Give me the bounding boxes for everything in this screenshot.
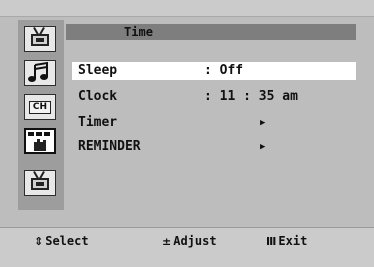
menu-item-label: Clock (78, 89, 118, 104)
channel-icon[interactable]: CH (24, 94, 56, 120)
menu-item-label: REMINDER (78, 139, 141, 154)
hint-adjust-label: Adjust (173, 234, 217, 248)
hint-select: ⇕ Select (34, 232, 89, 251)
menu-exit-icon: Ⅲ (266, 235, 277, 248)
menu-item-timer[interactable]: Timer ▶ (72, 114, 356, 132)
hint-exit-label: Exit (278, 234, 308, 248)
updown-arrow-icon: ⇕ (34, 235, 44, 248)
hint-select-label: Select (45, 234, 89, 248)
key-hints-bar: ⇕ Select ± Adjust Ⅲ Exit (0, 232, 374, 250)
hint-exit: Ⅲ Exit (266, 232, 307, 251)
menu-item-label: Sleep (78, 63, 118, 78)
plus-minus-icon: ± (162, 235, 172, 248)
submenu-arrow-icon: ▶ (260, 142, 266, 152)
submenu-arrow-icon: ▶ (260, 118, 266, 128)
tv-input-icon[interactable] (24, 170, 56, 196)
music-note-icon[interactable] (24, 60, 56, 86)
menu-title: Time (124, 25, 153, 39)
menu-item-label: Timer (78, 115, 118, 130)
menu-item-value: : 11 : 35 am (204, 89, 298, 104)
menu-item-value: : Off (204, 63, 244, 78)
setup-hand-icon[interactable] (24, 128, 56, 154)
menu-icon-column: CH (18, 20, 64, 210)
menu-item-clock[interactable]: Clock : 11 : 35 am (72, 88, 356, 106)
tv-picture-icon[interactable] (24, 26, 56, 52)
menu-item-reminder[interactable]: REMINDER ▶ (72, 138, 356, 156)
menu-item-sleep[interactable]: Sleep : Off (72, 62, 356, 80)
hint-adjust: ± Adjust (162, 232, 217, 251)
